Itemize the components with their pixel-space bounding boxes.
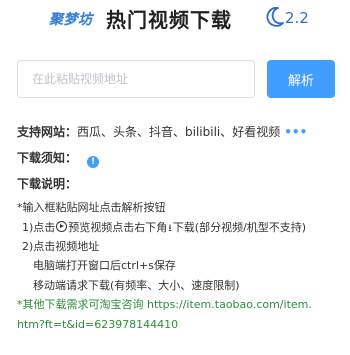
instruction-line: 电脑端打开窗口后ctrl+s保存 <box>33 259 176 272</box>
description-row: 下载说明： <box>17 176 77 192</box>
download-icon: ⭳ <box>168 223 172 234</box>
page-title: 热门视频下载 <box>106 8 232 32</box>
version-label: 2.2 <box>285 9 309 27</box>
crescent-moon-icon <box>266 7 284 27</box>
instruction-text: 1)点击 <box>22 221 56 234</box>
notice-row: 下载须知：! <box>17 150 100 168</box>
instruction-line: 2)点击视频地址 <box>22 240 100 253</box>
instruction-line: *输入框粘贴网址点击解析按钮 <box>17 201 166 214</box>
supported-sites-list: 西瓜、头条、抖音、bilibili、好看视频 <box>77 125 281 139</box>
brand-logo: 聚梦坊 <box>49 12 93 28</box>
parse-button[interactable]: 解析 <box>267 60 335 98</box>
instruction-text: 预览视频点击右下角 <box>68 221 168 234</box>
supported-sites-row: 支持网站：西瓜、头条、抖音、bilibili、好看视频 ••• <box>17 124 307 140</box>
app-header: 聚梦坊 热门视频下载 2.2 <box>0 0 350 34</box>
instruction-text: 下载(部分视频/机型不支持) <box>172 221 307 234</box>
taobao-contact-line[interactable]: *其他下载需求可淘宝咨询 https://item.taobao.com/ite… <box>17 298 312 312</box>
more-dots-icon[interactable]: ••• <box>284 124 307 140</box>
instruction-line-preview: 1)点击 预览视频点击右下角⭳下载(部分视频/机型不支持) <box>22 221 306 236</box>
taobao-contact-link[interactable]: htm?ft=t&id=623978144410 <box>17 318 178 332</box>
url-input[interactable] <box>17 60 255 98</box>
instruction-line: 移动端请求下载(有频率、大小、速度限制) <box>33 279 240 292</box>
notice-label: 下载须知： <box>17 151 78 165</box>
description-label: 下载说明： <box>17 177 78 191</box>
info-icon[interactable]: ! <box>87 156 100 168</box>
play-circle-icon <box>56 221 68 232</box>
supported-sites-label: 支持网站： <box>17 125 78 139</box>
